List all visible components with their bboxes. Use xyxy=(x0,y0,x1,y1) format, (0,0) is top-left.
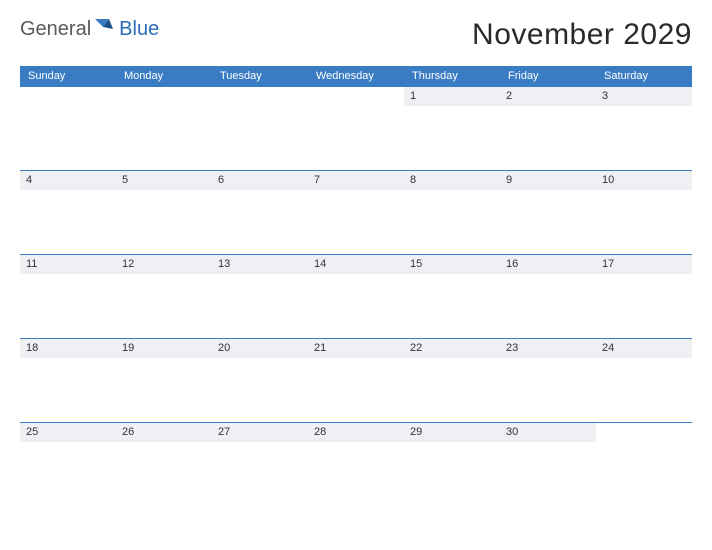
week-row: 11 12 13 14 15 16 17 xyxy=(20,254,692,338)
date-number xyxy=(308,87,404,93)
date-number: 27 xyxy=(212,423,308,442)
day-cell: 19 xyxy=(116,339,212,422)
day-cell: 11 xyxy=(20,255,116,338)
date-number: 20 xyxy=(212,339,308,358)
day-header: Wednesday xyxy=(308,66,404,86)
day-cell: 16 xyxy=(500,255,596,338)
brand-blue: Blue xyxy=(119,18,159,41)
week-row: 25 26 27 28 29 30 xyxy=(20,422,692,506)
date-number: 24 xyxy=(596,339,692,358)
date-number: 12 xyxy=(116,255,212,274)
week-row: 1 2 3 xyxy=(20,86,692,170)
calendar-grid: Sunday Monday Tuesday Wednesday Thursday… xyxy=(20,66,692,506)
brand-triangle-icon xyxy=(95,18,113,41)
date-number: 26 xyxy=(116,423,212,442)
brand-general: General xyxy=(20,18,91,41)
day-cell: 14 xyxy=(308,255,404,338)
date-number: 5 xyxy=(116,171,212,190)
date-number: 19 xyxy=(116,339,212,358)
date-number: 6 xyxy=(212,171,308,190)
day-cell xyxy=(596,423,692,506)
day-cell: 17 xyxy=(596,255,692,338)
date-number xyxy=(116,87,212,93)
brand-logo: General Blue xyxy=(20,18,159,41)
day-cell: 29 xyxy=(404,423,500,506)
date-number: 17 xyxy=(596,255,692,274)
date-number xyxy=(212,87,308,93)
day-cell: 15 xyxy=(404,255,500,338)
day-cell: 23 xyxy=(500,339,596,422)
day-cell xyxy=(116,87,212,170)
date-number: 28 xyxy=(308,423,404,442)
day-cell: 9 xyxy=(500,171,596,254)
date-number: 21 xyxy=(308,339,404,358)
day-cell: 18 xyxy=(20,339,116,422)
header: General Blue November 2029 xyxy=(20,18,692,52)
day-cell: 21 xyxy=(308,339,404,422)
date-number: 25 xyxy=(20,423,116,442)
calendar-title: November 2029 xyxy=(472,18,692,52)
day-cell: 1 xyxy=(404,87,500,170)
day-cell: 7 xyxy=(308,171,404,254)
day-header: Sunday xyxy=(20,66,116,86)
day-cell: 27 xyxy=(212,423,308,506)
day-cell: 4 xyxy=(20,171,116,254)
day-cell xyxy=(212,87,308,170)
day-cell: 26 xyxy=(116,423,212,506)
day-cell: 10 xyxy=(596,171,692,254)
week-row: 4 5 6 7 8 9 10 xyxy=(20,170,692,254)
day-cell: 12 xyxy=(116,255,212,338)
date-number xyxy=(596,423,692,429)
date-number: 30 xyxy=(500,423,596,442)
date-number: 3 xyxy=(596,87,692,106)
date-number: 2 xyxy=(500,87,596,106)
day-header-row: Sunday Monday Tuesday Wednesday Thursday… xyxy=(20,66,692,86)
day-cell: 3 xyxy=(596,87,692,170)
day-cell: 25 xyxy=(20,423,116,506)
day-cell xyxy=(308,87,404,170)
day-cell: 6 xyxy=(212,171,308,254)
date-number xyxy=(20,87,116,93)
date-number: 1 xyxy=(404,87,500,106)
date-number: 29 xyxy=(404,423,500,442)
day-header: Thursday xyxy=(404,66,500,86)
date-number: 15 xyxy=(404,255,500,274)
date-number: 11 xyxy=(20,255,116,274)
day-header: Tuesday xyxy=(212,66,308,86)
day-header: Monday xyxy=(116,66,212,86)
day-cell: 22 xyxy=(404,339,500,422)
day-header: Saturday xyxy=(596,66,692,86)
date-number: 8 xyxy=(404,171,500,190)
day-cell: 28 xyxy=(308,423,404,506)
day-cell: 13 xyxy=(212,255,308,338)
day-cell: 2 xyxy=(500,87,596,170)
date-number: 10 xyxy=(596,171,692,190)
week-row: 18 19 20 21 22 23 24 xyxy=(20,338,692,422)
day-cell: 8 xyxy=(404,171,500,254)
date-number: 23 xyxy=(500,339,596,358)
date-number: 14 xyxy=(308,255,404,274)
date-number: 13 xyxy=(212,255,308,274)
date-number: 16 xyxy=(500,255,596,274)
date-number: 7 xyxy=(308,171,404,190)
day-cell: 24 xyxy=(596,339,692,422)
day-cell xyxy=(20,87,116,170)
date-number: 4 xyxy=(20,171,116,190)
date-number: 22 xyxy=(404,339,500,358)
day-cell: 5 xyxy=(116,171,212,254)
day-cell: 20 xyxy=(212,339,308,422)
date-number: 18 xyxy=(20,339,116,358)
day-cell: 30 xyxy=(500,423,596,506)
date-number: 9 xyxy=(500,171,596,190)
day-header: Friday xyxy=(500,66,596,86)
